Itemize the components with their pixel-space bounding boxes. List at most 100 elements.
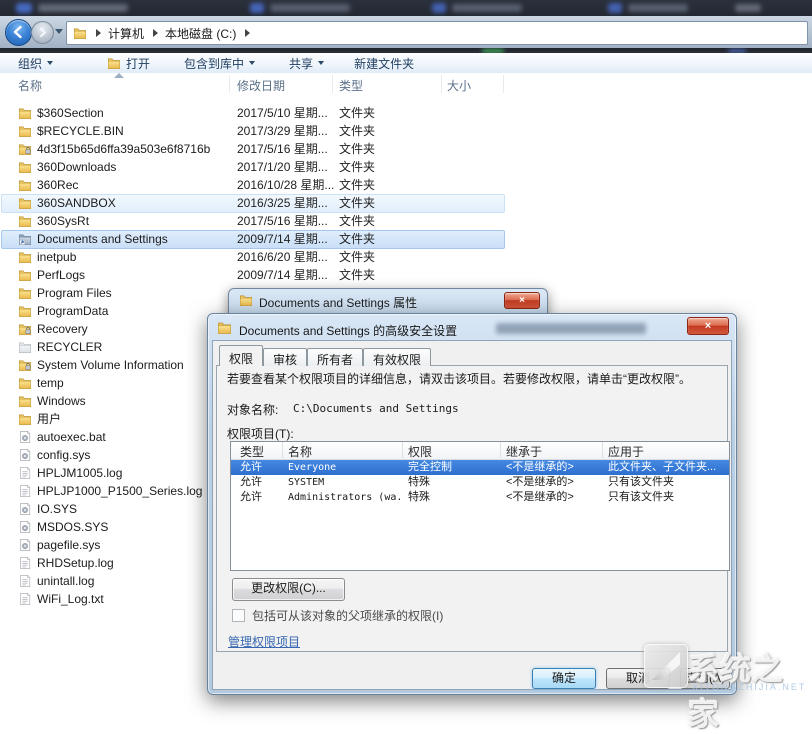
column-header-date-modified[interactable]: 修改日期	[237, 77, 285, 94]
file-row[interactable]: inetpub 2016/6/20 星期... 文件夹	[0, 248, 508, 266]
breadcrumb-separator-icon[interactable]	[245, 29, 250, 37]
file-icon	[18, 466, 32, 480]
file-icon	[18, 520, 32, 534]
arrow-right-icon	[36, 26, 49, 39]
column-header-type[interactable]: 类型	[339, 77, 363, 94]
file-type: 文件夹	[339, 212, 375, 230]
permission-rows: 允许 Everyone 完全控制 <不是继承的> 此文件夹、子文件夹... 允许…	[231, 460, 729, 505]
file-row[interactable]: Documents and Settings 2009/7/14 星期... 文…	[0, 230, 508, 248]
toolbar-organize[interactable]: 组织	[12, 53, 59, 73]
browser-tab-strip	[0, 0, 812, 16]
folder-icon	[217, 320, 232, 335]
column-separator[interactable]	[441, 75, 442, 93]
file-name: IO.SYS	[37, 500, 77, 518]
column-separator[interactable]	[332, 75, 333, 93]
manage-permission-entries-link[interactable]: 管理权限项目	[228, 633, 300, 650]
file-date-modified: 2009/7/14 星期...	[237, 230, 328, 248]
file-row[interactable]: 4d3f15b65d6ffa39a503e6f8716b 2017/5/16 星…	[0, 140, 508, 158]
advanced-dialog-title: Documents and Settings 的高级安全设置	[239, 322, 457, 339]
column-separator[interactable]	[229, 75, 230, 93]
permission-entries-table[interactable]: 类型 名称 权限 继承于 应用于 允许 Everyone 完全控制 <不是继承的…	[230, 441, 730, 571]
location-folder-icon	[73, 26, 87, 40]
file-name: unintall.log	[37, 572, 94, 590]
back-button[interactable]	[5, 19, 32, 46]
file-icon	[18, 196, 32, 210]
perm-principal: SYSTEM	[288, 475, 404, 490]
toolbar-include-in-library[interactable]: 包含到库中	[178, 53, 261, 73]
file-row[interactable]: 360Downloads 2017/1/20 星期... 文件夹	[0, 158, 508, 176]
toolbar-open[interactable]: 打开	[101, 53, 156, 73]
file-icon	[18, 250, 32, 264]
tab-owner[interactable]: 所有者	[307, 348, 363, 366]
file-date-modified: 2017/5/16 星期...	[237, 212, 328, 230]
file-row[interactable]: 360Rec 2016/10/28 星期... 文件夹	[0, 176, 508, 194]
file-icon	[18, 142, 32, 156]
tab-auditing[interactable]: 审核	[263, 348, 307, 366]
perm-type: 允许	[240, 490, 284, 505]
file-type: 文件夹	[339, 122, 375, 140]
file-name: WiFi_Log.txt	[37, 590, 104, 608]
change-permissions-button[interactable]: 更改权限(C)...	[232, 578, 345, 601]
perm-col-type[interactable]: 类型	[240, 443, 264, 460]
perm-col-permission[interactable]: 权限	[408, 443, 432, 460]
file-icon	[18, 304, 32, 318]
file-type: 文件夹	[339, 158, 375, 176]
perm-col-inherited-from[interactable]: 继承于	[506, 443, 542, 460]
file-icon	[18, 322, 32, 336]
file-icon	[18, 412, 32, 426]
file-row[interactable]: 360SANDBOX 2016/3/25 星期... 文件夹	[0, 194, 508, 212]
perm-col-name[interactable]: 名称	[288, 443, 312, 460]
watermark-logo-icon	[644, 644, 688, 688]
open-folder-icon	[107, 56, 121, 70]
column-header-name[interactable]: 名称	[18, 77, 42, 94]
file-icon	[18, 592, 32, 606]
file-name: 用户	[37, 410, 61, 428]
file-row[interactable]: $RECYCLE.BIN 2017/3/29 星期... 文件夹	[0, 122, 508, 140]
permission-table-header: 类型 名称 权限 继承于 应用于	[231, 442, 729, 460]
perm-inherited-from: <不是继承的>	[506, 490, 604, 505]
tab-effective-permissions[interactable]: 有效权限	[363, 348, 431, 366]
column-separator[interactable]	[503, 75, 504, 93]
close-icon[interactable]: ×	[687, 317, 729, 335]
permission-row[interactable]: 允许 Everyone 完全控制 <不是继承的> 此文件夹、子文件夹...	[231, 460, 729, 475]
file-name: $360Section	[37, 104, 104, 122]
breadcrumb-computer[interactable]: 计算机	[108, 25, 144, 42]
file-type: 文件夹	[339, 194, 375, 212]
file-date-modified: 2016/6/20 星期...	[237, 248, 328, 266]
tab-permissions[interactable]: 权限	[219, 345, 263, 366]
perm-col-apply-to[interactable]: 应用于	[608, 443, 644, 460]
history-dropdown-icon[interactable]	[55, 29, 63, 34]
blurred-tab	[38, 4, 128, 12]
explorer-titlebar: 计算机 本地磁盘 (C:)	[0, 16, 812, 49]
address-bar[interactable]: 计算机 本地磁盘 (C:)	[66, 21, 808, 45]
toolbar-new-folder[interactable]: 新建文件夹	[348, 53, 420, 73]
close-icon[interactable]: ×	[504, 292, 540, 309]
sort-ascending-icon	[114, 73, 124, 78]
file-row[interactable]: PerfLogs 2009/7/14 星期... 文件夹	[0, 266, 508, 284]
file-name: 360Rec	[37, 176, 78, 194]
file-icon	[18, 556, 32, 570]
file-row[interactable]: $360Section 2017/5/10 星期... 文件夹	[0, 104, 508, 122]
chevron-down-icon	[47, 61, 53, 65]
file-name: Recovery	[37, 320, 88, 338]
blurred-title-text	[496, 323, 646, 334]
file-icon	[18, 232, 32, 246]
watermark-subtext: XITONGZHIJIA.NET	[692, 682, 806, 692]
column-header-row: 名称 修改日期 类型 大小	[0, 73, 812, 96]
toolbar-share[interactable]: 共享	[283, 53, 330, 73]
file-row[interactable]: 360SysRt 2017/5/16 星期... 文件夹	[0, 212, 508, 230]
file-icon	[18, 340, 32, 354]
perm-apply-to: 只有该文件夹	[608, 475, 727, 490]
permission-row[interactable]: 允许 SYSTEM 特殊 <不是继承的> 只有该文件夹	[231, 475, 729, 490]
column-header-size[interactable]: 大小	[447, 77, 471, 94]
file-icon	[18, 160, 32, 174]
permission-row[interactable]: 允许 Administrators (wa... 特殊 <不是继承的> 只有该文…	[231, 490, 729, 505]
inherit-checkbox-label: 包括可从该对象的父项继承的权限(I)	[252, 607, 443, 624]
file-date-modified: 2017/3/29 星期...	[237, 122, 328, 140]
ok-button[interactable]: 确定	[532, 668, 596, 689]
inherit-checkbox[interactable]	[232, 609, 245, 622]
file-name: Windows	[37, 392, 86, 410]
forward-button[interactable]	[31, 21, 54, 44]
file-name: 360SysRt	[37, 212, 89, 230]
breadcrumb-local-disk-c[interactable]: 本地磁盘 (C:)	[165, 25, 236, 42]
